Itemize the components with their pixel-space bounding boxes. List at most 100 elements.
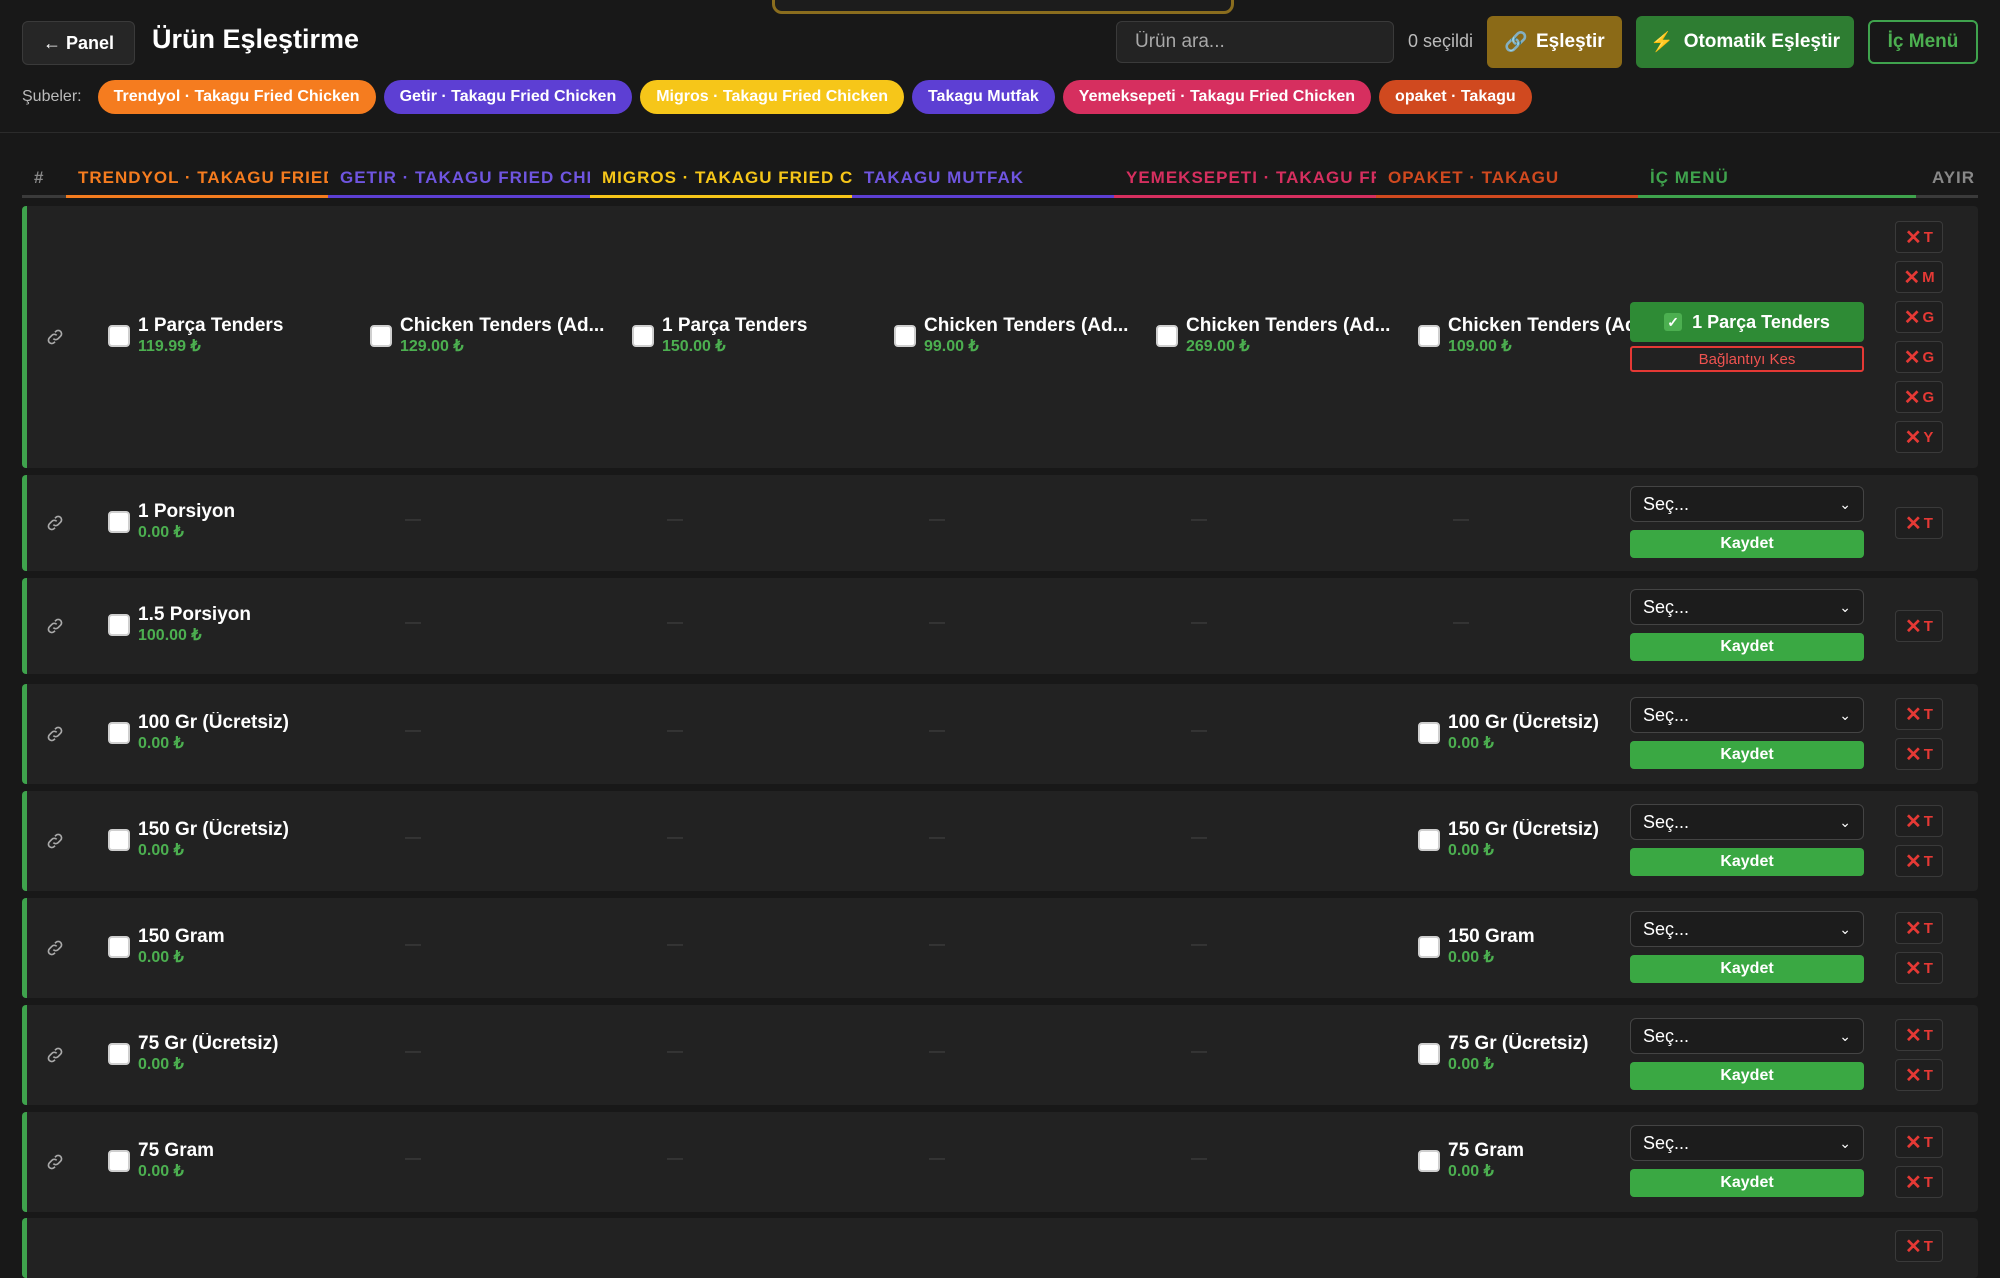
column-header-internal-menu: İç Menü — [1638, 160, 1916, 198]
link-icon[interactable] — [45, 513, 65, 533]
menu-item-select-value: Seç... — [1643, 493, 1690, 514]
product-checkbox[interactable] — [108, 722, 130, 744]
save-button[interactable]: Kaydet — [1630, 530, 1864, 558]
product-checkbox[interactable] — [894, 325, 916, 347]
product-checkbox[interactable] — [1156, 325, 1178, 347]
link-icon[interactable] — [45, 938, 65, 958]
internal-menu-button[interactable]: İç Menü — [1868, 20, 1978, 64]
save-button[interactable]: Kaydet — [1630, 955, 1864, 983]
branch-chip-opaket[interactable]: opaket · Takagu — [1379, 80, 1532, 114]
split-button[interactable]: ✕ Y — [1895, 421, 1943, 453]
menu-item-select[interactable]: Seç... ⌄ — [1630, 804, 1864, 840]
product-checkbox[interactable] — [632, 325, 654, 347]
split-button[interactable]: ✕ T — [1895, 1019, 1943, 1051]
product-checkbox[interactable] — [108, 1043, 130, 1065]
product-price: 0.00 ₺ — [1448, 1056, 1494, 1073]
link-icon[interactable] — [45, 616, 65, 636]
product-cell-opaket: 100 Gr (Ücretsiz) 0.00 ₺ — [1418, 712, 1599, 754]
split-button[interactable]: ✕ M — [1895, 261, 1943, 293]
branch-chip-mutfak[interactable]: Takagu Mutfak — [911, 80, 1055, 114]
split-button[interactable]: ✕ T — [1895, 1166, 1943, 1198]
product-checkbox[interactable] — [1418, 1150, 1440, 1172]
product-price: 0.00 ₺ — [1448, 842, 1494, 859]
product-checkbox[interactable] — [108, 325, 130, 347]
unlink-button[interactable]: Bağlantıyı Kes — [1630, 346, 1864, 372]
product-checkbox[interactable] — [108, 936, 130, 958]
split-button[interactable]: ✕ T — [1895, 845, 1943, 877]
product-checkbox[interactable] — [1418, 1043, 1440, 1065]
split-button[interactable]: ✕ T — [1895, 507, 1943, 539]
matched-menu-item[interactable]: ✓ 1 Parça Tenders — [1630, 302, 1864, 342]
product-checkbox[interactable] — [1418, 829, 1440, 851]
link-icon[interactable] — [45, 1045, 65, 1065]
product-checkbox[interactable] — [1418, 936, 1440, 958]
split-button-label: T — [1923, 812, 1933, 830]
chevron-down-icon: ⌄ — [1839, 813, 1851, 830]
split-button[interactable]: ✕ T — [1895, 1126, 1943, 1158]
save-button[interactable]: Kaydet — [1630, 1169, 1864, 1197]
column-header-index: # — [22, 160, 66, 198]
split-button[interactable]: ✕ T — [1895, 738, 1943, 770]
menu-item-select[interactable]: Seç... ⌄ — [1630, 1018, 1864, 1054]
split-button[interactable]: ✕ T — [1895, 221, 1943, 253]
auto-match-button[interactable]: ⚡ Otomatik Eşleştir — [1636, 16, 1854, 68]
product-checkbox[interactable] — [108, 1150, 130, 1172]
product-cell-opaket: 75 Gr (Ücretsiz) 0.00 ₺ — [1418, 1033, 1588, 1075]
back-to-panel-button[interactable]: ← Panel — [22, 21, 135, 65]
column-header-mutfak: Takagu Mutfak — [852, 160, 1114, 198]
link-icon[interactable] — [45, 724, 65, 744]
menu-item-select[interactable]: Seç... ⌄ — [1630, 697, 1864, 733]
split-button-label: T — [1923, 514, 1933, 532]
close-icon: ✕ — [1905, 810, 1922, 833]
link-icon[interactable] — [45, 327, 65, 347]
product-name: 75 Gram — [138, 1140, 215, 1161]
page-title: Ürün Eşleştirme — [152, 24, 360, 54]
menu-item-select[interactable]: Seç... ⌄ — [1630, 1125, 1864, 1161]
branch-chip-getir[interactable]: Getir · Takagu Fried Chicken — [383, 80, 633, 114]
menu-item-select[interactable]: Seç... ⌄ — [1630, 486, 1864, 522]
split-button[interactable]: ✕ T — [1895, 698, 1943, 730]
link-icon[interactable] — [45, 1152, 65, 1172]
menu-item-select[interactable]: Seç... ⌄ — [1630, 589, 1864, 625]
product-name: 75 Gr (Ücretsiz) — [138, 1033, 279, 1054]
save-button[interactable]: Kaydet — [1630, 848, 1864, 876]
split-button[interactable]: ✕ G — [1895, 341, 1943, 373]
split-button[interactable]: ✕ T — [1895, 610, 1943, 642]
split-button[interactable]: ✕ G — [1895, 381, 1943, 413]
product-cell-trendyol: 1.5 Porsiyon 100.00 ₺ — [108, 604, 251, 646]
empty-cell-migros: — — [667, 722, 683, 739]
product-name: Chicken Tenders (Ad... — [400, 315, 605, 336]
product-checkbox[interactable] — [108, 614, 130, 636]
product-price: 100.00 ₺ — [138, 627, 202, 644]
split-button[interactable]: ✕ T — [1895, 952, 1943, 984]
close-icon: ✕ — [1905, 226, 1922, 249]
split-button[interactable]: ✕ T — [1895, 805, 1943, 837]
save-button[interactable]: Kaydet — [1630, 633, 1864, 661]
product-checkbox[interactable] — [108, 511, 130, 533]
product-cell-opaket: 75 Gram 0.00 ₺ — [1418, 1140, 1524, 1182]
chevron-down-icon: ⌄ — [1839, 598, 1851, 615]
split-button[interactable]: ✕ T — [1895, 912, 1943, 944]
branch-chip-migros[interactable]: Migros · Takagu Fried Chicken — [640, 80, 904, 114]
close-icon: ✕ — [1905, 850, 1922, 873]
split-button[interactable]: ✕ G — [1895, 301, 1943, 333]
product-checkbox[interactable] — [1418, 325, 1440, 347]
empty-cell-mutfak: — — [929, 614, 945, 631]
branch-chip-trendyol[interactable]: Trendyol · Takagu Fried Chicken — [97, 80, 376, 114]
empty-cell-getir: — — [405, 936, 421, 953]
product-checkbox[interactable] — [370, 325, 392, 347]
product-price: 109.00 ₺ — [1448, 338, 1512, 355]
close-icon: ✕ — [1905, 1064, 1922, 1087]
product-checkbox[interactable] — [108, 829, 130, 851]
product-search-input[interactable] — [1116, 21, 1394, 63]
product-checkbox[interactable] — [1418, 722, 1440, 744]
save-button[interactable]: Kaydet — [1630, 1062, 1864, 1090]
menu-item-select[interactable]: Seç... ⌄ — [1630, 911, 1864, 947]
split-button[interactable]: ✕ T — [1895, 1059, 1943, 1091]
link-icon[interactable] — [45, 831, 65, 851]
empty-cell-getir: — — [405, 722, 421, 739]
match-button[interactable]: 🔗 Eşleştir — [1487, 16, 1622, 68]
split-button[interactable]: ✕ T — [1895, 1230, 1943, 1262]
branch-chip-yemeksepeti[interactable]: Yemeksepeti · Takagu Fried Chicken — [1062, 80, 1372, 114]
save-button[interactable]: Kaydet — [1630, 741, 1864, 769]
